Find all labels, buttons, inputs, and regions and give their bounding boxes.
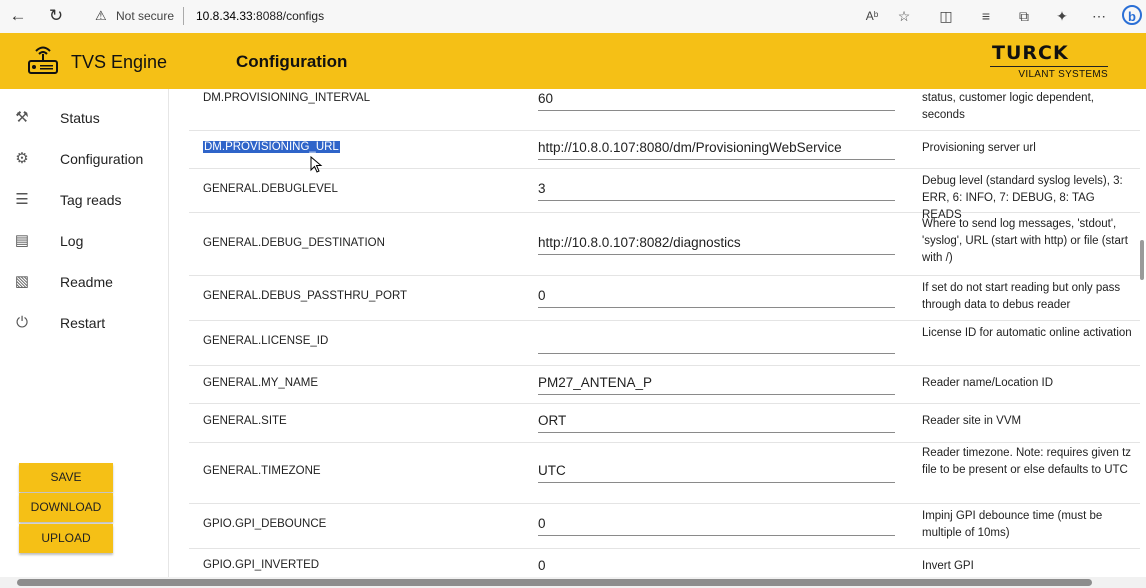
config-value-input[interactable] bbox=[538, 333, 895, 354]
sidebar-item-label: Log bbox=[60, 233, 84, 249]
sidebar-item-tag-reads[interactable]: ☰ Tag reads bbox=[0, 182, 168, 220]
warning-icon[interactable]: ⚠ bbox=[95, 8, 107, 24]
hammer-icon: ⚒ bbox=[15, 109, 29, 126]
mouse-cursor-icon bbox=[310, 156, 323, 173]
upload-button[interactable]: UPLOAD bbox=[19, 524, 113, 553]
sidebar-item-status[interactable]: ⚒ Status bbox=[0, 100, 168, 138]
back-icon[interactable]: ← bbox=[6, 5, 30, 27]
config-value-input[interactable]: PM27_ANTENA_P bbox=[538, 375, 895, 395]
sidebar: ⚒ Status ⚙ Configuration ☰ Tag reads ▤ L… bbox=[0, 89, 169, 577]
browser-toolbar: ← ↻ ⚠ Not secure 10.8.34.33:8088/configs… bbox=[0, 0, 1146, 34]
table-row: GENERAL.DEBUS_PASSTHRU_PORT 0 If set do … bbox=[189, 275, 1140, 321]
config-value-input[interactable]: ORT bbox=[538, 413, 895, 433]
config-key: GPIO.GPI_DEBOUNCE bbox=[203, 518, 327, 530]
url-host: 10.8.34.33 bbox=[196, 9, 253, 23]
config-key: DM.PROVISIONING_URL bbox=[203, 141, 340, 153]
vertical-scrollbar-thumb[interactable] bbox=[1140, 240, 1144, 280]
extensions-icon[interactable]: ✦ bbox=[1051, 6, 1073, 26]
sidebar-item-label: Status bbox=[60, 110, 100, 126]
table-row: DM.PROVISIONING_URL http://10.8.0.107:80… bbox=[189, 130, 1140, 169]
config-value-input[interactable]: http://10.8.0.107:8080/dm/ProvisioningWe… bbox=[538, 140, 895, 160]
table-row: GENERAL.MY_NAME PM27_ANTENA_P Reader nam… bbox=[189, 365, 1140, 404]
horizontal-scrollbar[interactable] bbox=[0, 577, 1146, 588]
table-row: GPIO.GPI_INVERTED 0 Invert GPI bbox=[189, 548, 1140, 577]
read-aloud-icon[interactable]: Aᵇ bbox=[861, 6, 883, 26]
config-value-input[interactable]: 0 bbox=[538, 516, 895, 536]
refresh-icon[interactable]: ↻ bbox=[44, 5, 68, 27]
list-icon: ☰ bbox=[15, 191, 29, 208]
config-key: GPIO.GPI_INVERTED bbox=[203, 559, 320, 571]
sidebar-item-label: Restart bbox=[60, 315, 106, 331]
gear-icon: ⚙ bbox=[15, 150, 29, 167]
config-value-input[interactable]: http://10.8.0.107:8082/diagnostics bbox=[538, 235, 895, 255]
config-key: GENERAL.SITE bbox=[203, 415, 287, 427]
app-name: TVS Engine bbox=[71, 52, 168, 72]
brand-logo: TURCK bbox=[992, 42, 1069, 64]
config-description: Impinj GPI debounce time (must be multip… bbox=[922, 510, 1103, 539]
app-header: TVS Engine Configuration TURCK VILANT SY… bbox=[0, 33, 1146, 89]
config-description: Provisioning server url bbox=[922, 142, 1036, 154]
reader-logo-icon bbox=[28, 46, 58, 74]
security-label[interactable]: Not secure bbox=[116, 9, 174, 23]
collections-icon[interactable]: ⧉ bbox=[1013, 6, 1035, 26]
config-key: GENERAL.MY_NAME bbox=[203, 377, 319, 389]
config-key: GENERAL.DEBUS_PASSTHRU_PORT bbox=[203, 290, 408, 302]
more-icon[interactable]: ⋯ bbox=[1088, 6, 1110, 26]
bing-icon[interactable]: b bbox=[1122, 5, 1142, 25]
log-icon: ▤ bbox=[14, 232, 30, 249]
table-row: GENERAL.DEBUG_DESTINATION http://10.8.0.… bbox=[189, 212, 1140, 276]
config-value-input[interactable]: UTC bbox=[538, 463, 895, 483]
favorites-list-icon[interactable]: ≡ bbox=[975, 6, 997, 26]
horizontal-scrollbar-thumb[interactable] bbox=[17, 579, 1092, 586]
book-icon: ▧ bbox=[14, 273, 30, 290]
table-row: GENERAL.TIMEZONE UTC Reader timezone. No… bbox=[189, 442, 1140, 504]
config-key: GENERAL.LICENSE_ID bbox=[203, 335, 329, 347]
download-button[interactable]: DOWNLOAD bbox=[19, 493, 113, 522]
config-value-input[interactable]: 60 bbox=[538, 91, 895, 111]
table-row: GENERAL.SITE ORT Reader site in VVM bbox=[189, 403, 1140, 443]
table-row: GENERAL.LICENSE_ID License ID for automa… bbox=[189, 320, 1140, 366]
table-row: GPIO.GPI_DEBOUNCE 0 Impinj GPI debounce … bbox=[189, 503, 1140, 549]
address-bar[interactable]: 10.8.34.33:8088/configs bbox=[196, 9, 324, 23]
power-icon: ⏻ bbox=[16, 314, 28, 331]
page-title: Configuration bbox=[236, 52, 348, 71]
config-key: GENERAL.TIMEZONE bbox=[203, 465, 321, 477]
sidebar-item-configuration[interactable]: ⚙ Configuration bbox=[0, 141, 168, 179]
brand-subtitle: VILANT SYSTEMS bbox=[990, 66, 1108, 80]
config-description: If set do not start reading but only pas… bbox=[922, 282, 1121, 311]
config-description: Invert GPI bbox=[922, 560, 974, 572]
sidebar-item-label: Configuration bbox=[60, 151, 144, 167]
config-key: DM.PROVISIONING_INTERVAL bbox=[203, 92, 370, 104]
table-row: DM.PROVISIONING_INTERVAL 60 status, cust… bbox=[189, 89, 1140, 131]
config-description: Reader site in VVM bbox=[922, 415, 1022, 427]
config-value-input[interactable]: 0 bbox=[538, 288, 895, 308]
sidebar-item-label: Tag reads bbox=[60, 192, 122, 208]
config-description: Reader timezone. Note: requires given tz… bbox=[922, 447, 1132, 476]
favorite-icon[interactable]: ☆ bbox=[893, 6, 915, 26]
address-divider bbox=[183, 7, 184, 25]
split-screen-icon[interactable]: ◫ bbox=[935, 6, 957, 26]
url-path: :8088/configs bbox=[252, 9, 325, 23]
sidebar-item-readme[interactable]: ▧ Readme bbox=[0, 264, 168, 302]
config-table: DM.PROVISIONING_INTERVAL 60 status, cust… bbox=[189, 89, 1140, 577]
sidebar-item-log[interactable]: ▤ Log bbox=[0, 223, 168, 261]
save-button[interactable]: SAVE bbox=[19, 463, 113, 492]
config-description: License ID for automatic online activati… bbox=[922, 327, 1132, 339]
config-key: GENERAL.DEBUGLEVEL bbox=[203, 183, 338, 195]
sidebar-item-restart[interactable]: ⏻ Restart bbox=[0, 305, 168, 343]
config-value-input[interactable]: 0 bbox=[538, 558, 895, 577]
sidebar-item-label: Readme bbox=[60, 274, 113, 290]
config-description: status, customer logic dependent, second… bbox=[922, 92, 1094, 121]
table-row: GENERAL.DEBUGLEVEL 3 Debug level (standa… bbox=[189, 168, 1140, 221]
config-value-input[interactable]: 3 bbox=[538, 181, 895, 201]
config-description: Where to send log messages, 'stdout', 's… bbox=[922, 218, 1128, 264]
config-key: GENERAL.DEBUG_DESTINATION bbox=[203, 237, 385, 249]
config-description: Reader name/Location ID bbox=[922, 377, 1054, 389]
